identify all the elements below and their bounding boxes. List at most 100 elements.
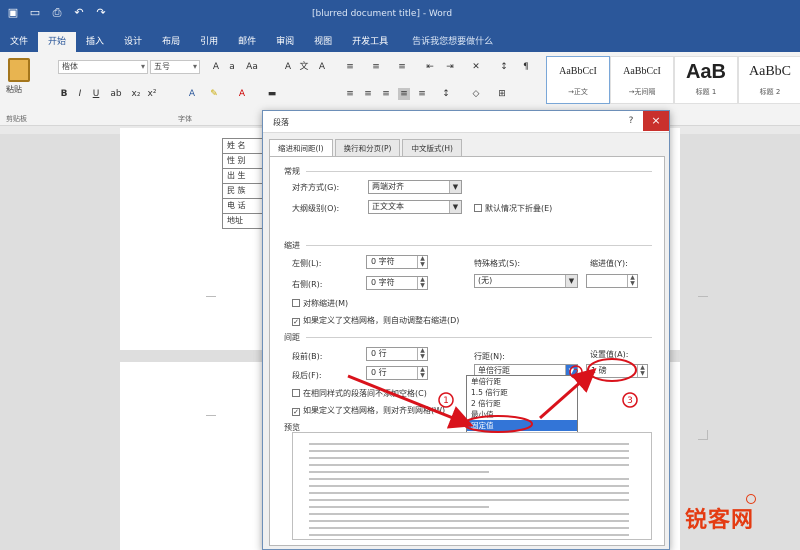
indent-left-spinner[interactable]: 0 字符 ▲ ▼: [366, 255, 428, 269]
ribbon-tab[interactable]: 引用: [190, 32, 228, 52]
increase-indent-icon[interactable]: ⇥: [444, 61, 456, 73]
spinner-arrows-icon[interactable]: ▲ ▼: [637, 365, 647, 377]
line-spacing-icon[interactable]: ↕: [440, 88, 452, 100]
save-icon[interactable]: ▣: [6, 6, 20, 20]
numbering-icon[interactable]: ≡: [370, 61, 382, 73]
ribbon-tab[interactable]: 视图: [304, 32, 342, 52]
table-row[interactable]: 姓 名: [222, 139, 262, 154]
ribbon-tab[interactable]: 审阅: [266, 32, 304, 52]
table-row[interactable]: 出 生: [222, 169, 262, 184]
spinner-arrows-icon[interactable]: ▲ ▼: [627, 275, 637, 287]
print-icon[interactable]: ⎙: [50, 6, 64, 20]
alignment-select[interactable]: 两端对齐 ▼: [368, 180, 462, 194]
strikethrough-icon[interactable]: ab: [110, 88, 122, 100]
spinner-arrows-icon[interactable]: ▲ ▼: [417, 348, 427, 360]
change-case-icon[interactable]: Aa: [246, 61, 258, 73]
ribbon-tab[interactable]: 插入: [76, 32, 114, 52]
highlight-icon[interactable]: ✎: [208, 88, 220, 100]
table-row[interactable]: 地址: [222, 214, 262, 229]
multilevel-list-icon[interactable]: ≡: [396, 61, 408, 73]
line-spacing-option[interactable]: 单倍行距: [467, 376, 577, 387]
style-card[interactable]: AaBbCcI →无间隔: [610, 56, 674, 104]
ribbon-tab[interactable]: 文件: [0, 32, 38, 52]
preview-text-line: [309, 450, 629, 452]
style-card[interactable]: AaB 标题 1: [674, 56, 738, 104]
mirror-indent-checkbox[interactable]: 对称缩进(M): [292, 298, 348, 309]
line-spacing-option[interactable]: 1.5 倍行距: [467, 387, 577, 398]
style-card[interactable]: AaBbC 标题 2: [738, 56, 800, 104]
folder-icon[interactable]: ▭: [28, 6, 42, 20]
text-effects-icon[interactable]: A: [186, 88, 198, 100]
ribbon-tab[interactable]: 设计: [114, 32, 152, 52]
ribbon-tab[interactable]: 邮件: [228, 32, 266, 52]
paste-button[interactable]: 粘贴: [6, 58, 32, 102]
dialog-tab[interactable]: 换行和分页(P): [334, 139, 401, 157]
dialog-tabs: 缩进和间距(I) 换行和分页(P) 中文版式(H): [269, 139, 464, 157]
dialog-tab[interactable]: 中文版式(H): [402, 139, 462, 157]
ribbon-tab[interactable]: 开发工具: [342, 32, 398, 52]
line-spacing-option[interactable]: 最小值: [467, 409, 577, 420]
char-border-icon[interactable]: A: [316, 61, 328, 73]
ribbon-tab[interactable]: 布局: [152, 32, 190, 52]
space-after-spinner[interactable]: 0 行 ▲ ▼: [366, 366, 428, 380]
italic-icon[interactable]: I: [74, 88, 86, 100]
style-card[interactable]: AaBbCcI →正文: [546, 56, 610, 104]
align-right-icon[interactable]: ≡: [380, 88, 392, 100]
grow-font-icon[interactable]: A: [210, 61, 222, 73]
bullets-icon[interactable]: ≡: [344, 61, 356, 73]
outline-level-select[interactable]: 正文文本 ▼: [368, 200, 462, 214]
align-left-icon[interactable]: ≡: [344, 88, 356, 100]
table-row[interactable]: 性 别: [222, 154, 262, 169]
bold-icon[interactable]: B: [58, 88, 70, 100]
table-row[interactable]: 电 话: [222, 199, 262, 214]
collapsed-default-checkbox[interactable]: 默认情况下折叠(E): [474, 203, 552, 214]
auto-adjust-indent-checkbox[interactable]: ✓ 如果定义了文档网格，则自动调整右缩进(D): [292, 315, 459, 326]
dialog-tab[interactable]: 缩进和间距(I): [269, 139, 333, 157]
no-space-same-style-checkbox[interactable]: 在相同样式的段落间不添加空格(C): [292, 388, 427, 399]
shrink-font-icon[interactable]: a: [226, 61, 238, 73]
align-center-icon[interactable]: ≡: [362, 88, 374, 100]
char-shading-icon[interactable]: ▬: [266, 88, 278, 100]
redo-icon[interactable]: ↶: [72, 6, 86, 20]
show-marks-icon[interactable]: ¶: [520, 61, 532, 73]
justify-icon[interactable]: ≡: [398, 88, 410, 100]
line-spacing-option[interactable]: 固定值: [467, 420, 577, 431]
subscript-icon[interactable]: x₂: [130, 88, 142, 100]
line-spacing-option[interactable]: 2 倍行距: [467, 398, 577, 409]
font-color-icon[interactable]: A: [236, 88, 248, 100]
clear-format-icon[interactable]: A: [282, 61, 294, 73]
line-spacing-at-spinner[interactable]: 1 磅 ▲ ▼: [586, 364, 648, 378]
help-icon[interactable]: ?: [623, 113, 639, 129]
style-name: →正文: [568, 88, 588, 96]
style-preview: AaB: [685, 61, 726, 83]
snap-to-grid-checkbox[interactable]: ✓ 如果定义了文档网格，则对齐到网格(W): [292, 405, 445, 416]
shading-icon[interactable]: ◇: [470, 88, 482, 100]
spinner-arrows-icon[interactable]: ▲ ▼: [417, 256, 427, 268]
ribbon-tab[interactable]: 开始: [38, 32, 77, 52]
tell-me-search[interactable]: 告诉我您想要做什么: [398, 32, 493, 52]
sort-icon[interactable]: ↕: [498, 61, 510, 73]
space-before-spinner[interactable]: 0 行 ▲ ▼: [366, 347, 428, 361]
spinner-arrows-icon[interactable]: ▲ ▼: [417, 367, 427, 379]
superscript-icon[interactable]: x²: [146, 88, 158, 100]
undo-icon[interactable]: ↷: [94, 6, 108, 20]
spinner-arrows-icon[interactable]: ▲ ▼: [417, 277, 427, 289]
distribute-icon[interactable]: ≡: [416, 88, 428, 100]
table-row[interactable]: 民 族: [222, 184, 262, 199]
font-name-combo[interactable]: 楷体: [58, 60, 148, 74]
phonetic-icon[interactable]: 文: [298, 61, 310, 73]
indent-by-spinner[interactable]: ▲ ▼: [586, 274, 638, 288]
divider: [306, 245, 652, 246]
preview-text-line: [309, 443, 629, 445]
special-indent-select[interactable]: (无) ▼: [474, 274, 578, 288]
document-table[interactable]: 姓 名性 别出 生民 族电 话地址: [222, 138, 262, 229]
decrease-indent-icon[interactable]: ⇤: [424, 61, 436, 73]
style-preview: AaBbCcI: [559, 66, 597, 77]
preview-text-line: [309, 492, 629, 494]
asian-layout-icon[interactable]: ✕: [470, 61, 482, 73]
close-icon[interactable]: ×: [643, 111, 669, 131]
underline-icon[interactable]: U: [90, 88, 102, 100]
indent-right-spinner[interactable]: 0 字符 ▲ ▼: [366, 276, 428, 290]
font-size-combo[interactable]: 五号: [150, 60, 200, 74]
borders-icon[interactable]: ⊞: [496, 88, 508, 100]
